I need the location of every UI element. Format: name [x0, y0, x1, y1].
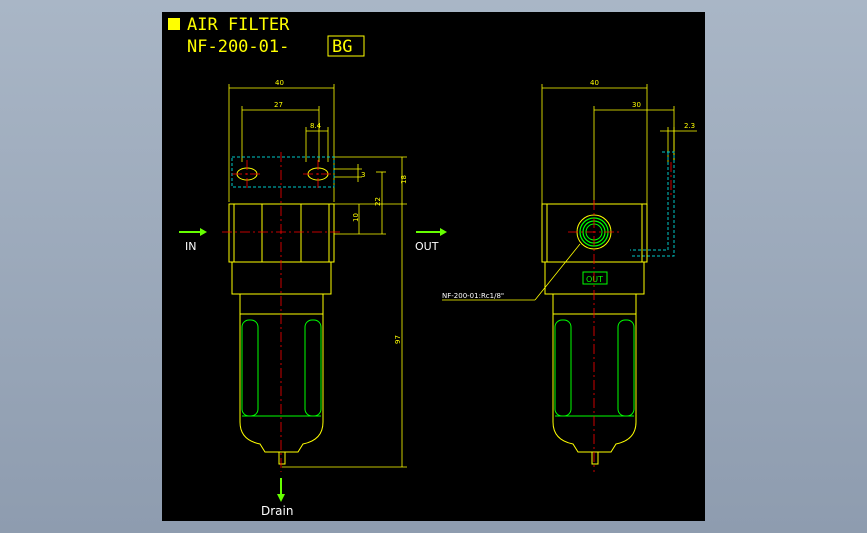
- out-label: OUT: [415, 240, 439, 253]
- dim-side-offset: 30: [632, 101, 641, 109]
- dim-small-offset: 3: [361, 171, 365, 179]
- dim-bracket-height: 18: [400, 175, 408, 184]
- drain-label: Drain: [261, 504, 293, 518]
- dim-bracket-thickness: 2.3: [684, 122, 695, 130]
- title-marker: [168, 18, 180, 30]
- model-suffix: BG: [332, 37, 352, 57]
- drawing-canvas: AIR FILTER NF-200-01- BG 40 27 8.4 3 18 …: [162, 12, 705, 521]
- out-arrow-icon: [416, 228, 447, 236]
- port-spec-callout: NF-200-01:Rc1/8": [442, 292, 504, 300]
- dim-hole-pitch: 8.4: [310, 122, 322, 130]
- drawing-title: AIR FILTER: [187, 15, 290, 35]
- in-arrow-icon: [179, 228, 207, 236]
- dim-overall-height: 97: [394, 335, 402, 344]
- cad-drawing: AIR FILTER NF-200-01- BG 40 27 8.4 3 18 …: [168, 15, 697, 518]
- drain-arrow-icon: [277, 478, 285, 502]
- in-label: IN: [185, 240, 196, 253]
- side-view: 40 30 2.3 OUT NF-200-01:Rc1/8": [442, 79, 697, 472]
- dim-bracket-span: 27: [274, 101, 283, 109]
- dim-port-10: 10: [352, 213, 360, 222]
- front-view: 40 27 8.4 3 18 22 10 97 IN OUT Drain: [179, 79, 447, 518]
- dim-side-width: 40: [590, 79, 599, 87]
- model-number: NF-200-01-: [187, 37, 289, 57]
- dim-port-22: 22: [374, 197, 382, 206]
- out-badge-label: OUT: [586, 275, 603, 284]
- dim-front-width: 40: [275, 79, 284, 87]
